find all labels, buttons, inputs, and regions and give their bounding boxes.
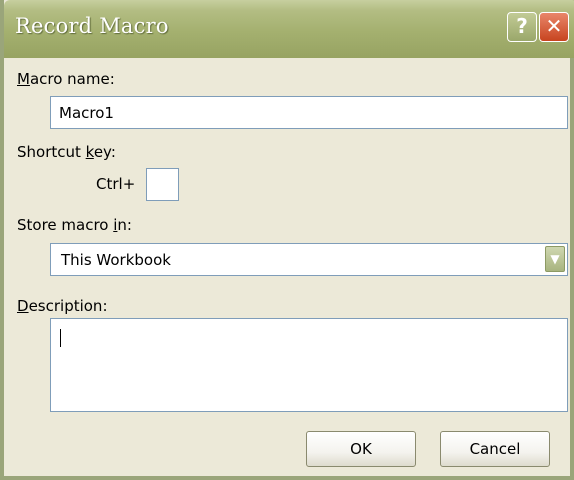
title-bar[interactable]: Record Macro ? ✕: [4, 0, 574, 58]
description-label-post: escription:: [28, 297, 108, 315]
ok-button[interactable]: OK: [306, 431, 416, 467]
close-icon: ✕: [545, 14, 563, 38]
help-button[interactable]: ?: [507, 12, 537, 42]
description-textarea[interactable]: [50, 318, 568, 412]
shortcut-key-label-post: ey:: [93, 143, 116, 161]
store-macro-label-post: n:: [117, 216, 132, 234]
macro-name-label-post: acro name:: [29, 70, 115, 88]
shortcut-key-label-pre: Shortcut: [17, 143, 86, 161]
record-macro-dialog: Record Macro ? ✕ Macro name: Macro1 Shor…: [0, 0, 574, 480]
close-button[interactable]: ✕: [539, 12, 569, 42]
chevron-down-icon[interactable]: ▼: [545, 246, 565, 272]
macro-name-label: Macro name:: [17, 70, 115, 88]
store-macro-label: Store macro in:: [17, 216, 132, 234]
shortcut-key-label: Shortcut key:: [17, 143, 116, 161]
cancel-button[interactable]: Cancel: [440, 431, 550, 467]
description-label-accesskey: D: [17, 297, 29, 315]
dialog-title: Record Macro: [15, 14, 169, 38]
help-icon: ?: [516, 14, 528, 38]
shortcut-key-label-accesskey: k: [85, 143, 94, 161]
text-caret: [60, 329, 61, 347]
store-macro-select[interactable]: This Workbook ▼: [50, 243, 568, 276]
description-label: Description:: [17, 297, 108, 315]
macro-name-input[interactable]: Macro1: [50, 96, 568, 129]
store-macro-label-pre: Store macro: [17, 216, 114, 234]
ctrl-prefix-label: Ctrl+: [96, 175, 136, 193]
shortcut-key-input[interactable]: [146, 168, 179, 201]
store-macro-selected-value: This Workbook: [61, 251, 171, 269]
macro-name-label-accesskey: M: [17, 70, 30, 88]
